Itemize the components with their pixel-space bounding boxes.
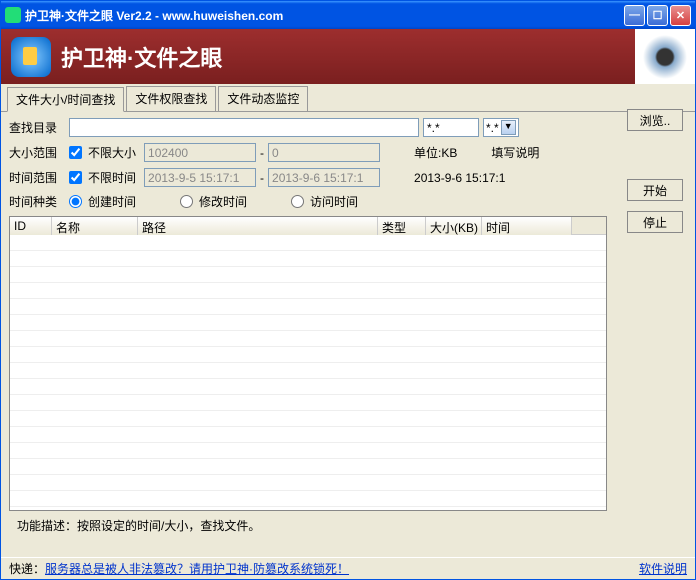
row-dir: 查找目录 *.* ▼ — [9, 118, 687, 137]
tab-strip: 文件大小/时间查找 文件权限查找 文件动态监控 — [1, 84, 695, 112]
kind-access-label: 访问时间 — [310, 193, 358, 210]
table-row — [10, 411, 606, 427]
table-row — [10, 443, 606, 459]
footer-label: 快递： — [9, 560, 45, 577]
table-row — [10, 459, 606, 475]
ext-combo-value: *.* — [486, 121, 499, 135]
no-time-limit-label: 不限时间 — [88, 169, 136, 186]
tab-monitor[interactable]: 文件动态监控 — [218, 86, 308, 111]
status-bar: 快递： 服务器总是被人非法篡改？请用护卫神·防篡改系统锁死！ 软件说明 — [1, 557, 695, 579]
help-link[interactable]: 软件说明 — [639, 560, 687, 577]
results-table: ID 名称 路径 类型 大小(KB) 时间 — [9, 216, 607, 511]
table-row — [10, 395, 606, 411]
window-title: 护卫神·文件之眼 Ver2.2 - www.huweishen.com — [25, 7, 624, 24]
banner-title: 护卫神·文件之眼 — [61, 41, 222, 73]
dir-input[interactable] — [69, 118, 419, 137]
right-buttons: 浏览.. 开始 停止 — [627, 109, 683, 233]
time-now: 2013-9-6 15:17:1 — [414, 171, 505, 185]
row-kind: 时间种类 创建时间 修改时间 访问时间 — [9, 193, 687, 210]
col-time[interactable]: 时间 — [482, 217, 572, 235]
time-from-input[interactable] — [144, 168, 256, 187]
tab-permission[interactable]: 文件权限查找 — [126, 86, 216, 111]
size-sep: - — [260, 146, 264, 160]
browse-button[interactable]: 浏览.. — [627, 109, 683, 131]
size-label: 大小范围 — [9, 144, 65, 161]
kind-create-radio[interactable] — [69, 195, 82, 208]
kind-access-radio[interactable] — [291, 195, 304, 208]
row-size: 大小范围 不限大小 - 单位:KB 填写说明 — [9, 143, 687, 162]
col-name[interactable]: 名称 — [52, 217, 138, 235]
size-from-input[interactable] — [144, 143, 256, 162]
table-body[interactable] — [10, 235, 606, 510]
shield-icon — [11, 37, 51, 77]
col-size[interactable]: 大小(KB) — [426, 217, 482, 235]
banner: 护卫神·文件之眼 — [1, 29, 695, 84]
footer-link[interactable]: 服务器总是被人非法篡改？请用护卫神·防篡改系统锁死！ — [45, 560, 349, 577]
unit-label: 单位:KB — [414, 144, 457, 161]
kind-modify-radio[interactable] — [180, 195, 193, 208]
eye-graphic — [635, 29, 695, 84]
table-row — [10, 267, 606, 283]
table-row — [10, 379, 606, 395]
row-time: 时间范围 不限时间 - 2013-9-6 15:17:1 — [9, 168, 687, 187]
col-type[interactable]: 类型 — [378, 217, 426, 235]
table-row — [10, 491, 606, 507]
table-row — [10, 427, 606, 443]
table-row — [10, 315, 606, 331]
close-button[interactable]: ✕ — [670, 5, 691, 26]
ext-filter-input[interactable] — [423, 118, 479, 137]
function-description: 功能描述：按照设定的时间/大小，查找文件。 — [9, 511, 687, 540]
table-header: ID 名称 路径 类型 大小(KB) 时间 — [10, 217, 606, 235]
no-size-limit-label: 不限大小 — [88, 144, 136, 161]
start-button[interactable]: 开始 — [627, 179, 683, 201]
dir-label: 查找目录 — [9, 119, 65, 136]
size-to-input[interactable] — [268, 143, 380, 162]
titlebar: 护卫神·文件之眼 Ver2.2 - www.huweishen.com — ☐ … — [1, 1, 695, 29]
app-icon — [5, 7, 21, 23]
table-row — [10, 331, 606, 347]
no-size-limit-checkbox[interactable] — [69, 146, 82, 159]
table-row — [10, 251, 606, 267]
table-row — [10, 347, 606, 363]
fill-hint-link[interactable]: 填写说明 — [491, 144, 539, 161]
col-id[interactable]: ID — [10, 217, 52, 235]
kind-create-label: 创建时间 — [88, 193, 136, 210]
time-to-input[interactable] — [268, 168, 380, 187]
app-window: 护卫神·文件之眼 Ver2.2 - www.huweishen.com — ☐ … — [0, 0, 696, 580]
no-time-limit-checkbox[interactable] — [69, 171, 82, 184]
tab-size-time[interactable]: 文件大小/时间查找 — [7, 87, 124, 112]
kind-modify-label: 修改时间 — [199, 193, 247, 210]
ext-combo[interactable]: *.* ▼ — [483, 118, 519, 137]
stop-button[interactable]: 停止 — [627, 211, 683, 233]
table-row — [10, 475, 606, 491]
kind-label: 时间种类 — [9, 193, 65, 210]
table-row — [10, 363, 606, 379]
time-label: 时间范围 — [9, 169, 65, 186]
table-row — [10, 299, 606, 315]
maximize-button[interactable]: ☐ — [647, 5, 668, 26]
table-row — [10, 235, 606, 251]
time-sep: - — [260, 171, 264, 185]
content-panel: 查找目录 *.* ▼ 大小范围 不限大小 - 单位:KB 填写说明 时间范围 不… — [1, 112, 695, 546]
chevron-down-icon: ▼ — [501, 120, 516, 135]
minimize-button[interactable]: — — [624, 5, 645, 26]
table-row — [10, 283, 606, 299]
window-controls: — ☐ ✕ — [624, 5, 691, 26]
col-path[interactable]: 路径 — [138, 217, 378, 235]
